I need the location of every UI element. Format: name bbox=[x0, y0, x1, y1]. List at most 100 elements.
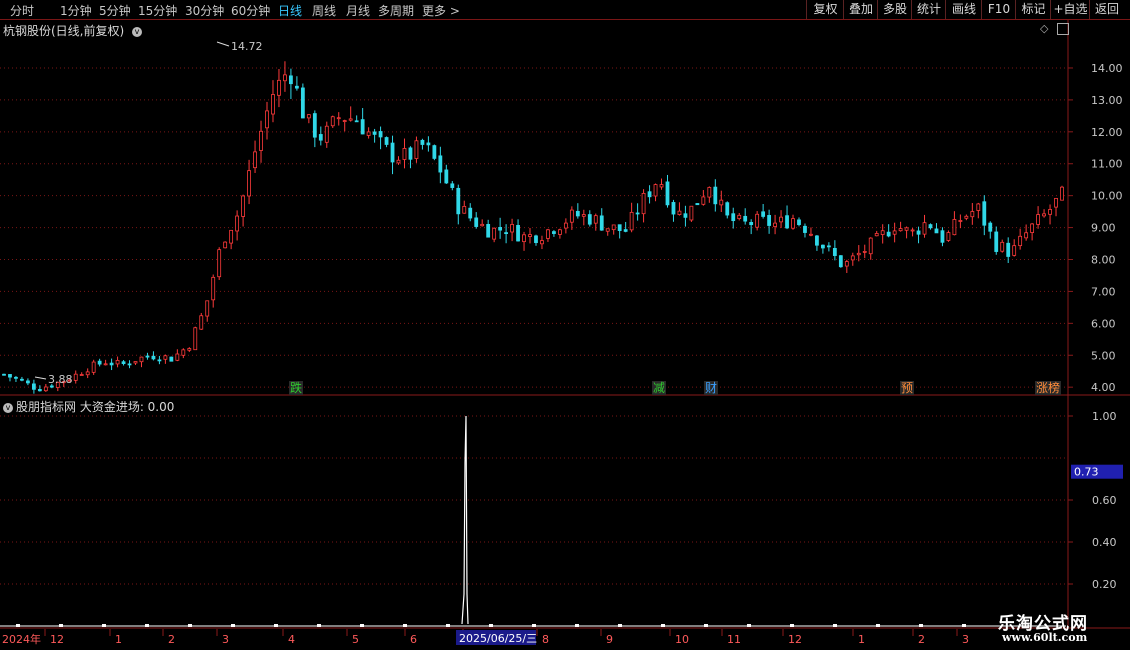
candle-body bbox=[970, 211, 975, 218]
candle-body bbox=[815, 235, 819, 246]
candle-body bbox=[306, 114, 311, 119]
indicator-tick-label: 0.20 bbox=[1092, 578, 1117, 591]
candle-body bbox=[809, 233, 813, 236]
event-marker[interactable]: 预 bbox=[900, 381, 915, 395]
candle-body bbox=[1042, 213, 1046, 217]
indicator-dot bbox=[489, 624, 493, 627]
candle-body bbox=[832, 247, 837, 256]
candle-body bbox=[761, 211, 766, 217]
candle-body bbox=[1006, 242, 1011, 257]
diamond-icon[interactable]: ◇ bbox=[1040, 22, 1048, 35]
candle-body bbox=[211, 276, 216, 301]
candle-body bbox=[438, 155, 443, 173]
candle-body bbox=[647, 191, 652, 198]
candle-body bbox=[868, 237, 873, 255]
event-marker[interactable]: 涨榜 bbox=[1035, 381, 1062, 395]
indicator-tick-label: 0.40 bbox=[1092, 536, 1117, 549]
candle-body bbox=[241, 195, 245, 217]
candle-body bbox=[1060, 186, 1064, 201]
chevron-down-icon[interactable]: v bbox=[3, 403, 13, 413]
event-marker[interactable]: 财 bbox=[704, 381, 719, 395]
candle-body bbox=[528, 234, 532, 237]
candle-body bbox=[26, 380, 30, 384]
candle-body bbox=[1048, 209, 1052, 215]
candle-body bbox=[546, 229, 550, 239]
indicator-dot bbox=[618, 624, 622, 627]
price-tick-label: 11.00 bbox=[1091, 158, 1123, 171]
candle-body bbox=[127, 363, 132, 366]
candle-body bbox=[360, 119, 365, 135]
candle-body bbox=[450, 183, 455, 188]
price-tick-label: 5.00 bbox=[1091, 349, 1116, 362]
candle-body bbox=[707, 187, 712, 198]
candle-body bbox=[277, 79, 281, 96]
candle-body bbox=[181, 349, 186, 356]
candle-body bbox=[259, 130, 263, 151]
candle-body bbox=[468, 207, 473, 219]
candle-body bbox=[348, 118, 353, 121]
year-label: 2024年 bbox=[2, 632, 41, 646]
candle-body bbox=[342, 120, 347, 122]
candle-body bbox=[689, 205, 694, 221]
indicator-dot bbox=[188, 624, 192, 627]
indicator-dot bbox=[59, 624, 63, 627]
candle-body bbox=[821, 244, 825, 249]
month-label: 10 bbox=[675, 633, 689, 646]
candle-body bbox=[121, 361, 126, 365]
candle-body bbox=[103, 363, 108, 366]
candle-body bbox=[773, 222, 777, 227]
indicator-dot bbox=[747, 624, 751, 627]
candle-body bbox=[731, 213, 736, 222]
candle-body bbox=[8, 374, 12, 378]
candle-body bbox=[552, 231, 556, 234]
candle-body bbox=[743, 215, 748, 222]
candle-body bbox=[384, 137, 389, 145]
panel-toggle-icon[interactable] bbox=[1057, 23, 1069, 35]
price-tick-label: 7.00 bbox=[1091, 285, 1116, 298]
kline-chart[interactable]: 14.0013.0012.0011.0010.009.008.007.006.0… bbox=[0, 0, 1130, 650]
candle-body bbox=[659, 184, 664, 188]
candle-body bbox=[719, 199, 724, 206]
candle-body bbox=[31, 383, 36, 390]
candle-body bbox=[952, 219, 957, 236]
candle-body bbox=[271, 94, 275, 115]
candle-body bbox=[922, 222, 927, 235]
candle-body bbox=[791, 218, 795, 229]
candle-body bbox=[366, 131, 371, 136]
candle-body bbox=[247, 170, 251, 197]
candle-body bbox=[904, 227, 909, 231]
candle-body bbox=[510, 224, 514, 233]
event-marker[interactable]: 跌 bbox=[289, 381, 304, 395]
candle-body bbox=[898, 228, 903, 232]
month-label: 6 bbox=[410, 633, 417, 646]
month-label: 3 bbox=[222, 633, 229, 646]
candle-body bbox=[617, 224, 622, 231]
price-tick-label: 13.00 bbox=[1091, 94, 1123, 107]
candle-body bbox=[133, 361, 138, 364]
candle-body bbox=[874, 233, 879, 237]
candle-body bbox=[336, 117, 341, 120]
candle-body bbox=[498, 227, 503, 231]
indicator-dot bbox=[274, 624, 278, 627]
candle-body bbox=[97, 360, 102, 365]
candle-body bbox=[312, 113, 317, 138]
candle-body bbox=[73, 373, 78, 381]
candle-body bbox=[599, 215, 604, 231]
candle-body bbox=[641, 192, 646, 215]
candle-body bbox=[402, 148, 407, 160]
candle-body bbox=[569, 209, 574, 223]
candle-body bbox=[330, 116, 335, 127]
candle-body bbox=[235, 215, 240, 232]
indicator-tick-label: 1.00 bbox=[1092, 410, 1117, 423]
indicator-value-label: 0.73 bbox=[1074, 466, 1099, 479]
chevron-down-icon[interactable]: v bbox=[132, 27, 143, 37]
indicator-dot bbox=[145, 624, 149, 627]
price-tick-label: 6.00 bbox=[1091, 317, 1116, 330]
candle-body bbox=[253, 151, 257, 169]
candle-body bbox=[444, 169, 449, 184]
candle-body bbox=[109, 362, 114, 366]
candle-body bbox=[354, 120, 359, 123]
event-marker[interactable]: 减 bbox=[652, 381, 667, 395]
candle-body bbox=[318, 134, 323, 141]
candle-body bbox=[432, 145, 437, 159]
